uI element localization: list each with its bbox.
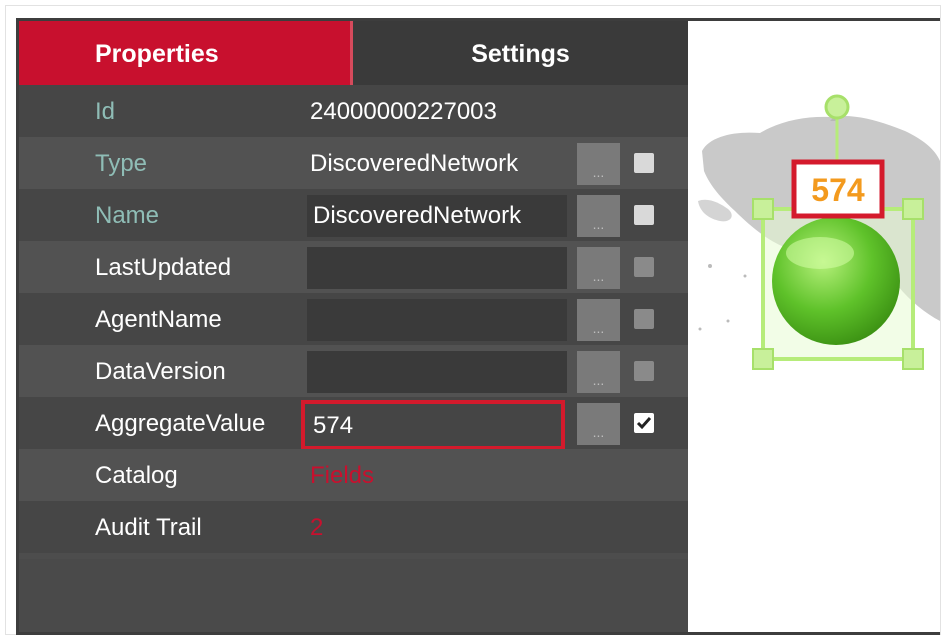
map-dot [698,327,702,331]
property-label: Type [95,150,148,177]
property-label: AgentName [95,306,222,333]
node-label: 574 [811,172,865,208]
property-checkbox-checked[interactable] [634,413,654,433]
name-field[interactable]: DiscoveredNetwork [307,195,567,237]
node-highlight [786,237,854,269]
panel-empty-area [19,559,688,632]
property-row-id: Id 24000000227003 [19,85,688,137]
tab-properties[interactable]: Properties [19,21,353,85]
ellipsis-button[interactable]: ... [577,351,620,393]
ellipsis-button[interactable]: ... [577,195,620,237]
property-row-audittrail: Audit Trail 2 [19,501,688,553]
ellipsis-button[interactable]: ... [577,299,620,341]
audit-trail-link[interactable]: 2 [310,501,323,553]
property-label: Audit Trail [95,514,202,541]
agentname-field[interactable] [307,299,567,341]
property-row-catalog: Catalog Fields [19,449,688,501]
property-value: 24000000227003 [310,98,497,125]
property-checkbox[interactable] [634,205,654,225]
lastupdated-field[interactable] [307,247,567,289]
property-label: Id [95,98,116,125]
resize-handle-top-left[interactable] [752,198,774,220]
property-row-name: Name DiscoveredNetwork ... [19,189,688,241]
network-node[interactable] [772,217,900,345]
map-dot [726,319,730,323]
rotation-handle[interactable] [824,94,850,120]
checkmark-icon [636,417,652,430]
dataversion-field[interactable] [307,351,567,393]
property-checkbox[interactable] [634,361,654,381]
property-row-type: Type DiscoveredNetwork ... [19,137,688,189]
property-row-agentname: AgentName ... [19,293,688,345]
aggregatevalue-field[interactable]: 574 [301,400,565,450]
resize-handle-bottom-left[interactable] [752,348,774,370]
property-row-aggregatevalue: AggregateValue 574 ... [19,397,688,450]
property-label: AggregateValue [95,410,266,437]
property-value: DiscoveredNetwork [310,150,519,177]
catalog-link[interactable]: Fields [310,449,374,501]
property-row-lastupdated: LastUpdated ... [19,241,688,293]
property-checkbox[interactable] [634,257,654,277]
tab-bar: Properties Settings [19,21,688,85]
ellipsis-button[interactable]: ... [577,403,620,445]
property-label: Catalog [95,462,178,489]
properties-panel: Properties Settings Id 24000000227003 Ty… [19,21,688,632]
map-dot [743,274,747,278]
property-checkbox[interactable] [634,309,654,329]
property-row-dataversion: DataVersion ... [19,345,688,397]
tab-settings[interactable]: Settings [353,21,688,85]
ellipsis-button[interactable]: ... [577,247,620,289]
property-label: LastUpdated [95,254,232,281]
map-canvas[interactable]: 574 [690,21,940,632]
network-map: 574 [698,94,940,370]
property-label: DataVersion [95,358,226,385]
map-dot [708,264,712,268]
property-label: Name [95,202,160,229]
ellipsis-button[interactable]: ... [577,143,620,185]
resize-handle-top-right[interactable] [902,198,924,220]
resize-handle-bottom-right[interactable] [902,348,924,370]
property-checkbox[interactable] [634,153,654,173]
